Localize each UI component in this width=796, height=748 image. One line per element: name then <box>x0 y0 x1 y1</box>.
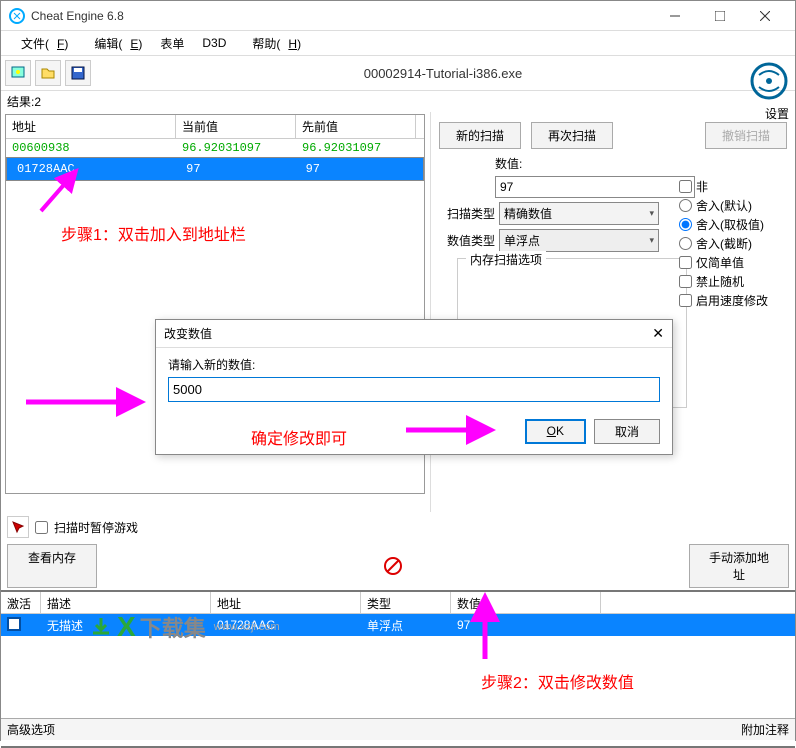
result-row[interactable]: 00600938 96.92031097 96.92031097 <box>6 139 424 157</box>
menu-table[interactable]: 表单 <box>152 33 192 54</box>
pointer-icon[interactable] <box>7 516 29 538</box>
value-label: 数值: <box>495 155 787 172</box>
col-desc[interactable]: 描述 <box>41 592 211 613</box>
add-address-button[interactable]: 手动添加地址 <box>689 544 789 588</box>
not-checkbox[interactable] <box>679 180 692 193</box>
results-count: 结果:2 <box>1 91 795 112</box>
round-trunc-radio[interactable] <box>679 237 692 250</box>
activate-checkbox[interactable] <box>7 617 21 631</box>
window-title: Cheat Engine 6.8 <box>31 9 652 23</box>
round-default-radio[interactable] <box>679 199 692 212</box>
no-random-checkbox[interactable] <box>679 275 692 288</box>
close-button[interactable] <box>742 2 787 30</box>
dialog-value-input[interactable] <box>168 377 660 402</box>
menu-file[interactable]: 文件(F) <box>5 33 76 54</box>
new-scan-button[interactable]: 新的扫描 <box>439 122 521 149</box>
chevron-down-icon: ▾ <box>649 208 654 219</box>
cheat-row-selected[interactable]: 无描述 01728AAC 单浮点 97 <box>1 614 795 636</box>
view-memory-button[interactable]: 查看内存 <box>7 544 97 588</box>
open-process-button[interactable] <box>5 60 31 86</box>
process-label: 00002914-Tutorial-i386.exe <box>95 66 791 81</box>
menubar: 文件(F) 编辑(E) 表单 D3D 帮助(H) <box>1 31 795 55</box>
menu-d3d[interactable]: D3D <box>194 34 234 52</box>
simple-only-checkbox[interactable] <box>679 256 692 269</box>
save-button[interactable] <box>65 60 91 86</box>
open-file-button[interactable] <box>35 60 61 86</box>
value-type-select[interactable]: 单浮点▾ <box>499 229 659 252</box>
menu-edit[interactable]: 编辑(E) <box>78 33 150 54</box>
cheat-engine-logo[interactable] <box>749 61 789 101</box>
scan-type-select[interactable]: 精确数值▾ <box>499 202 659 225</box>
col-activate[interactable]: 激活 <box>1 592 41 613</box>
results-header: 地址 当前值 先前值 <box>6 115 424 139</box>
round-extreme-radio[interactable] <box>679 218 692 231</box>
col-address[interactable]: 地址 <box>6 115 176 138</box>
col-addr2[interactable]: 地址 <box>211 592 361 613</box>
col-previous[interactable]: 先前值 <box>296 115 416 138</box>
chevron-down-icon: ▾ <box>649 235 654 246</box>
next-scan-button[interactable]: 再次扫描 <box>531 122 613 149</box>
dialog-title: 改变数值 <box>164 325 212 342</box>
menu-help[interactable]: 帮助(H) <box>236 33 309 54</box>
scan-type-label: 扫描类型 <box>439 205 495 222</box>
mem-scan-options-label: 内存扫描选项 <box>466 251 546 268</box>
speed-checkbox[interactable] <box>679 294 692 307</box>
value-input[interactable] <box>495 176 695 198</box>
value-type-label: 数值类型 <box>439 232 495 249</box>
app-icon <box>9 8 25 24</box>
minimize-button[interactable] <box>652 2 697 30</box>
dialog-close-button[interactable]: ✕ <box>652 325 664 342</box>
dialog-ok-button[interactable]: OK <box>525 419 586 444</box>
titlebar: Cheat Engine 6.8 <box>1 1 795 31</box>
col-val[interactable]: 数值 <box>451 592 601 613</box>
maximize-button[interactable] <box>697 2 742 30</box>
forbidden-icon <box>383 556 403 576</box>
pause-game-checkbox[interactable] <box>35 521 48 534</box>
toolbar: 00002914-Tutorial-i386.exe <box>1 55 795 91</box>
pause-game-label: 扫描时暂停游戏 <box>54 519 138 536</box>
dialog-prompt: 请输入新的数值: <box>168 356 660 373</box>
advanced-options[interactable]: 高级选项 <box>7 721 55 738</box>
col-current[interactable]: 当前值 <box>176 115 296 138</box>
dialog-cancel-button[interactable]: 取消 <box>594 419 660 444</box>
change-value-dialog: 改变数值 ✕ 请输入新的数值: OK 取消 <box>155 319 673 455</box>
rounding-options: 非 舍入(默认) 舍入(取极值) 舍入(截断) 仅简单值 禁止随机 启用速度修改 <box>679 176 789 311</box>
notes[interactable]: 附加注释 <box>741 721 789 738</box>
undo-scan-button[interactable]: 撤销扫描 <box>705 122 787 149</box>
result-row-selected[interactable]: 01728AAC 97 97 <box>6 157 424 181</box>
col-type[interactable]: 类型 <box>361 592 451 613</box>
